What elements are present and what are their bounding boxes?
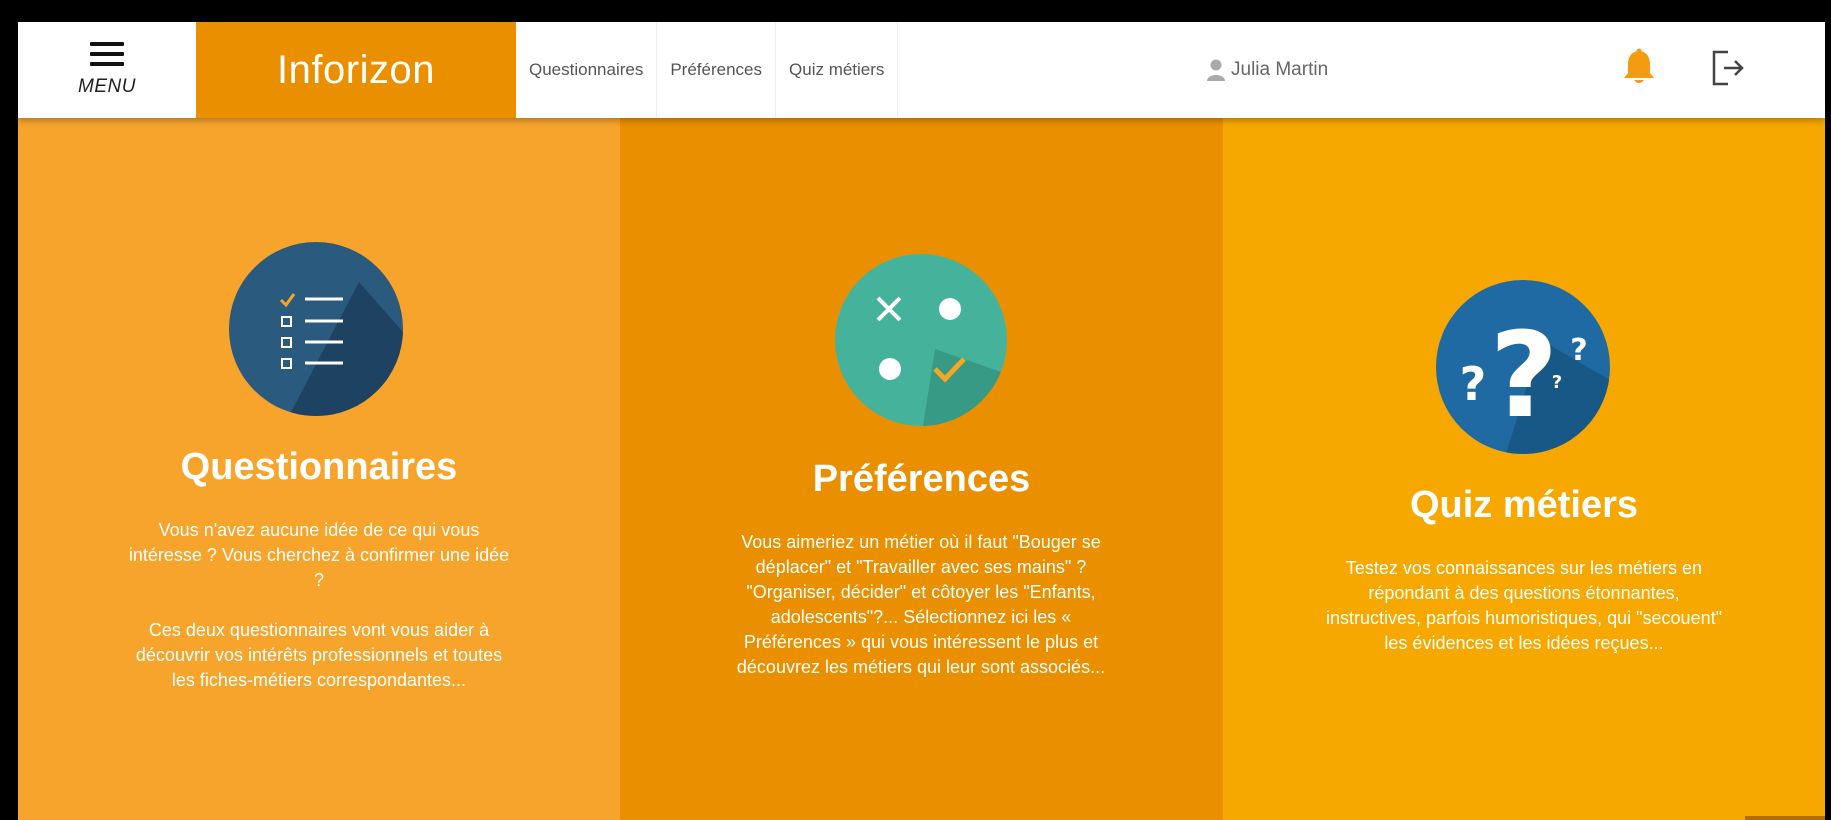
user-icon	[1207, 59, 1225, 81]
panel-title: Questionnaires	[180, 446, 458, 488]
bell-icon[interactable]	[1622, 48, 1656, 88]
hamburger-icon	[90, 42, 124, 66]
checklist-icon	[229, 242, 403, 416]
panel-title: Quiz métiers	[1409, 484, 1639, 526]
panel-description: Vous aimeriez un métier où il faut "Boug…	[721, 530, 1121, 680]
panel-questionnaires[interactable]: Questionnaires Vous n'avez aucune idée d…	[18, 118, 620, 820]
main-nav: Questionnaires Préférences Quiz métiers	[516, 22, 899, 118]
panel-preferences[interactable]: Préférences Vous aimeriez un métier où i…	[620, 118, 1223, 820]
user-name: Julia Martin	[1231, 59, 1329, 80]
nav-quiz-metiers[interactable]: Quiz métiers	[776, 22, 899, 118]
user-profile[interactable]: Julia Martin	[1206, 22, 1328, 118]
panel-quiz-metiers[interactable]: ? ? ? ? Quiz métiers Testez vos connaiss…	[1223, 118, 1825, 820]
panel-description: Vous n'avez aucune idée de ce qui vous i…	[124, 518, 514, 693]
menu-label: MENU	[78, 76, 136, 97]
app-window: MENU Inforizon Questionnaires Préférence…	[18, 22, 1825, 820]
description-paragraph: Testez vos connaissances sur les métiers…	[1326, 558, 1722, 653]
svg-text:?: ?	[1570, 333, 1587, 368]
feature-panels: Questionnaires Vous n'avez aucune idée d…	[18, 118, 1825, 820]
svg-text:?: ?	[1490, 306, 1558, 444]
description-paragraph: Vous n'avez aucune idée de ce qui vous i…	[128, 520, 510, 590]
svg-text:?: ?	[1460, 357, 1487, 411]
nav-questionnaires[interactable]: Questionnaires	[516, 22, 658, 118]
tic-tac-toe-icon	[835, 254, 1007, 426]
description-paragraph: Ces deux questionnaires vont vous aider …	[135, 620, 503, 690]
svg-text:?: ?	[1552, 372, 1562, 393]
menu-button[interactable]: MENU	[18, 22, 196, 118]
panel-title: Préférences	[812, 458, 1031, 500]
inforizon-logo[interactable]: Inforizon	[196, 22, 516, 118]
nav-preferences[interactable]: Préférences	[657, 22, 777, 118]
panel-description: Testez vos connaissances sur les métiers…	[1324, 556, 1724, 656]
scroll-corner	[1745, 816, 1825, 820]
top-navigation-bar: MENU Inforizon Questionnaires Préférence…	[18, 22, 1825, 118]
question-marks-icon: ? ? ? ?	[1436, 280, 1610, 454]
logout-icon[interactable]	[1710, 48, 1746, 88]
description-paragraph: Vous aimeriez un métier où il faut "Boug…	[736, 532, 1106, 677]
